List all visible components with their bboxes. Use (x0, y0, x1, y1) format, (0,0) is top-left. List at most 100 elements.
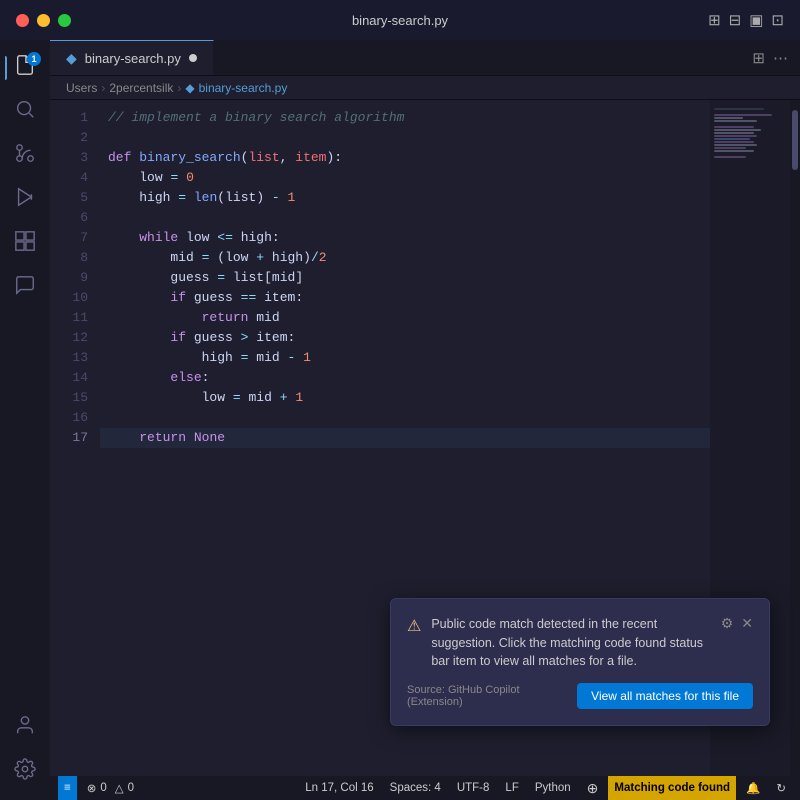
language-label: Python (535, 782, 571, 794)
breadcrumb-users[interactable]: Users (66, 81, 97, 95)
notification-close-icon[interactable]: ✕ (741, 615, 753, 632)
code-line-16 (100, 408, 710, 428)
scrollbar[interactable] (790, 100, 800, 776)
editor-content[interactable]: 1 2 3 4 5 6 7 8 9 10 11 12 13 14 15 16 1… (50, 100, 800, 776)
error-count: 0 (100, 782, 106, 794)
code-line-15: low = mid + 1 (100, 388, 710, 408)
notification-icons: ⚙ ✕ (721, 615, 753, 632)
cursor-position: Ln 17, Col 16 (305, 782, 373, 794)
notification-footer: Source: GitHub Copilot (Extension) View … (407, 683, 753, 709)
tab-modified-dot (189, 54, 197, 62)
status-language[interactable]: Python (529, 776, 577, 800)
window-title: binary-search.py (352, 13, 448, 28)
line-numbers: 1 2 3 4 5 6 7 8 9 10 11 12 13 14 15 16 1… (50, 100, 100, 776)
close-button[interactable] (16, 14, 29, 27)
status-sync[interactable]: ↻ (770, 776, 792, 800)
status-bar: ≡ ⊗ 0 △ 0 Ln 17, Col 16 Spaces: 4 UTF-8 … (50, 776, 800, 800)
code-line-1: // implement a binary search algorithm (100, 108, 710, 128)
code-line-4: low = 0 (100, 168, 710, 188)
layout-icon-2[interactable]: ⊟ (729, 11, 742, 29)
sidebar-item-extensions[interactable] (5, 224, 45, 264)
breadcrumb: Users › 2percentsilk › ◆ binary-search.p… (50, 76, 800, 100)
status-errors[interactable]: ⊗ 0 △ 0 (81, 776, 140, 800)
status-copilot[interactable]: ⊕ (581, 776, 605, 800)
status-encoding[interactable]: UTF-8 (451, 776, 496, 800)
notification-popup: ⚠ Public code match detected in the rece… (390, 598, 770, 726)
status-matching-code[interactable]: Matching code found (608, 776, 736, 800)
status-spaces[interactable]: Spaces: 4 (384, 776, 447, 800)
explorer-badge: 1 (27, 52, 41, 66)
code-line-2 (100, 128, 710, 148)
code-line-8: mid = (low + high)/2 (100, 248, 710, 268)
code-line-9: guess = list[mid] (100, 268, 710, 288)
warning-icon-status: △ (115, 781, 124, 795)
breadcrumb-filename[interactable]: binary-search.py (199, 81, 288, 95)
notification-settings-icon[interactable]: ⚙ (721, 615, 734, 632)
status-notifications[interactable]: 🔔 (740, 776, 766, 800)
traffic-lights (16, 14, 71, 27)
code-line-13: high = mid - 1 (100, 348, 710, 368)
sidebar-item-account[interactable] (5, 708, 45, 748)
bell-icon: 🔔 (746, 781, 760, 795)
split-editor-icon[interactable]: ⊞ (752, 49, 765, 67)
error-icon: ⊗ (87, 781, 97, 795)
notification-header: ⚠ Public code match detected in the rece… (407, 615, 753, 671)
layout-icon-4[interactable]: ⊡ (771, 11, 784, 29)
tab-bar-actions: ⊞ ⋯ (752, 40, 800, 75)
more-actions-icon[interactable]: ⋯ (773, 49, 788, 67)
encoding-label: UTF-8 (457, 782, 490, 794)
title-bar: binary-search.py ⊞ ⊟ ▣ ⊡ (0, 0, 800, 40)
notification-source: Source: GitHub Copilot (Extension) (407, 684, 577, 708)
status-cursor[interactable]: Ln 17, Col 16 (299, 776, 379, 800)
sidebar-item-run[interactable] (5, 180, 45, 220)
code-line-10: if guess == item: (100, 288, 710, 308)
layout-icon-1[interactable]: ⊞ (708, 11, 721, 29)
tab-file-icon: ◆ (66, 50, 77, 67)
view-all-matches-button[interactable]: View all matches for this file (577, 683, 753, 709)
copilot-icon: ⊕ (587, 780, 599, 797)
code-line-3: def binary_search(list, item): (100, 148, 710, 168)
eol-label: LF (505, 782, 518, 794)
code-line-17: return None (100, 428, 710, 448)
breadcrumb-sep-1: › (101, 81, 105, 95)
minimize-button[interactable] (37, 14, 50, 27)
sidebar-item-git[interactable] (5, 136, 45, 176)
code-line-7: while low <= high: (100, 228, 710, 248)
layout-icon-3[interactable]: ▣ (749, 11, 763, 29)
maximize-button[interactable] (58, 14, 71, 27)
sidebar-item-chat[interactable] (5, 268, 45, 308)
code-line-14: else: (100, 368, 710, 388)
title-bar-actions: ⊞ ⊟ ▣ ⊡ (708, 11, 784, 29)
search-icon (14, 98, 36, 126)
code-line-6 (100, 208, 710, 228)
warning-icon: ⚠ (407, 616, 421, 636)
git-icon (14, 142, 36, 170)
breadcrumb-sep-2: › (177, 81, 181, 95)
tab-binary-search[interactable]: ◆ binary-search.py (50, 40, 214, 75)
tab-label: binary-search.py (85, 51, 181, 66)
notification-text: Public code match detected in the recent… (431, 615, 710, 671)
breadcrumb-2percentsilk[interactable]: 2percentsilk (109, 81, 173, 95)
code-line-11: return mid (100, 308, 710, 328)
sidebar-item-settings[interactable] (5, 752, 45, 792)
account-icon (14, 714, 36, 742)
extensions-icon (14, 230, 36, 258)
chat-icon (14, 274, 36, 302)
editor-area: ◆ binary-search.py ⊞ ⋯ Users › 2percents… (50, 40, 800, 800)
spaces-label: Spaces: 4 (390, 782, 441, 794)
activity-bar: 1 (0, 40, 50, 800)
tab-bar: ◆ binary-search.py ⊞ ⋯ (50, 40, 800, 76)
settings-icon (14, 758, 36, 786)
scrollbar-thumb[interactable] (792, 110, 798, 170)
status-eol[interactable]: LF (499, 776, 524, 800)
warning-count: 0 (128, 782, 134, 794)
sidebar-item-search[interactable] (5, 92, 45, 132)
remote-icon: ≡ (64, 782, 71, 794)
app-container: 1 (0, 40, 800, 800)
run-icon (14, 186, 36, 214)
sidebar-item-explorer[interactable]: 1 (5, 48, 45, 88)
breadcrumb-file-icon: ◆ (185, 81, 194, 95)
status-remote[interactable]: ≡ (58, 776, 77, 800)
code-line-12: if guess > item: (100, 328, 710, 348)
matching-code-label: Matching code found (614, 782, 730, 794)
